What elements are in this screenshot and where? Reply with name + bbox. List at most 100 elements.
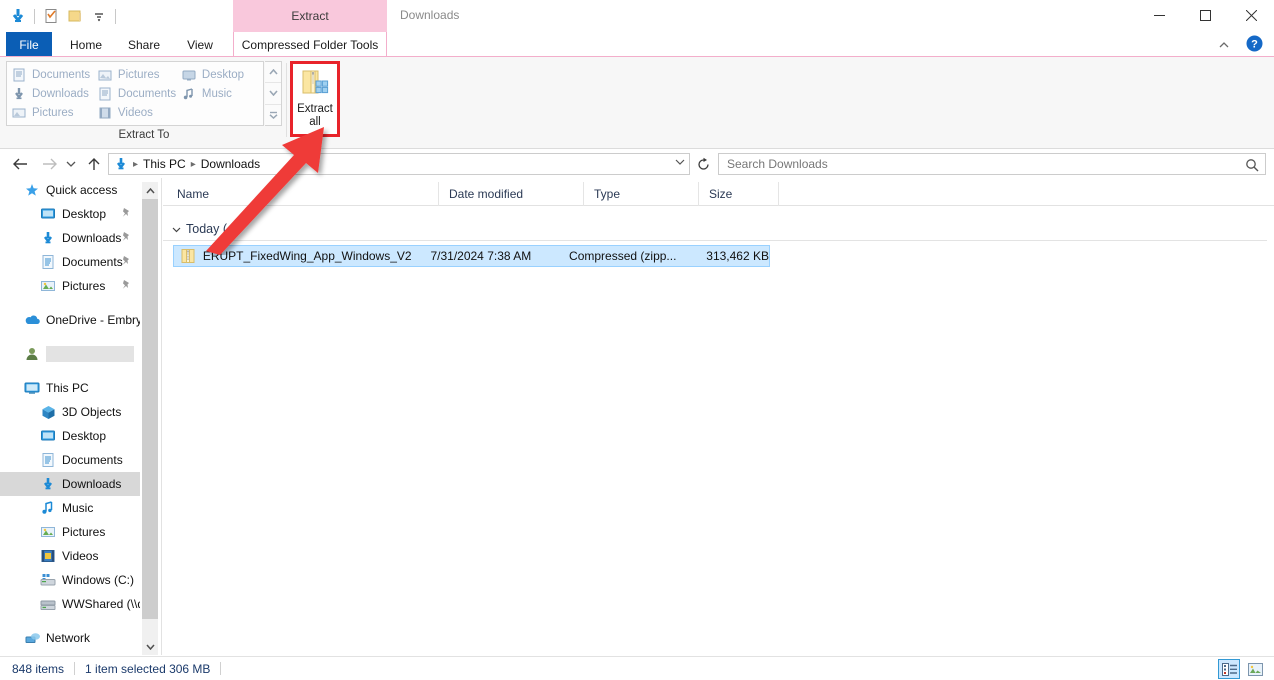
gallery-item-desktop[interactable]: Desktop	[181, 67, 259, 83]
gallery-item-documents-2[interactable]: Documents	[97, 86, 181, 102]
scroll-down-icon[interactable]	[142, 638, 158, 655]
scroll-up-icon[interactable]	[142, 182, 158, 199]
minimize-icon[interactable]	[1136, 0, 1182, 30]
column-header-date-modified[interactable]: Date modified	[438, 182, 583, 206]
documents-icon	[11, 67, 27, 83]
search-input[interactable]: Search Downloads	[718, 153, 1266, 175]
sidebar-item-this-pc[interactable]: This PC	[0, 376, 140, 400]
scroll-down-icon[interactable]	[265, 83, 281, 105]
sidebar-item-documents-qa[interactable]: Documents	[0, 250, 140, 274]
sidebar-item-label: Documents	[62, 255, 123, 269]
gallery-more-icon[interactable]	[265, 105, 281, 125]
gallery-row-1: Documents Pictures Desktop	[11, 65, 259, 84]
large-icons-view-icon[interactable]	[1244, 659, 1266, 679]
tab-compressed-folder-tools[interactable]: Compressed Folder Tools	[233, 32, 387, 57]
sidebar-item-label: Pictures	[62, 525, 106, 539]
ribbon-group-extract-to: Documents Pictures Desktop Downloads Doc…	[6, 61, 284, 145]
column-header-name[interactable]: Name	[163, 182, 438, 206]
close-icon[interactable]	[1228, 0, 1274, 30]
gallery-item-downloads[interactable]: Downloads	[11, 86, 97, 102]
pane-divider[interactable]	[161, 178, 162, 655]
details-view-icon[interactable]	[1218, 659, 1240, 679]
breadcrumb-separator-2: ▸	[190, 158, 196, 170]
scrollbar-thumb[interactable]	[142, 199, 158, 619]
help-icon[interactable]: ?	[1242, 32, 1266, 54]
gallery-item-pictures-2[interactable]: Pictures	[11, 105, 97, 121]
breadcrumb-downloads[interactable]: Downloads	[198, 157, 263, 171]
navigation-pane-scrollbar[interactable]	[142, 182, 158, 655]
sidebar-item-desktop[interactable]: Desktop	[0, 424, 140, 448]
up-arrow-icon[interactable]	[82, 152, 106, 176]
address-bar[interactable]: ▸ This PC ▸ Downloads	[108, 153, 690, 175]
sidebar-item-user-account[interactable]	[0, 342, 140, 366]
chevron-up-icon[interactable]	[1214, 37, 1234, 53]
extract-to-gallery[interactable]: Documents Pictures Desktop Downloads Doc…	[6, 61, 264, 126]
properties-icon[interactable]	[39, 4, 63, 28]
sidebar-item-music[interactable]: Music	[0, 496, 140, 520]
status-bar: 848 items 1 item selected 306 MB	[0, 656, 1274, 680]
documents-icon	[38, 450, 58, 470]
sidebar-item-label: Windows (C:)	[62, 573, 135, 587]
chevron-down-icon[interactable]	[168, 226, 184, 233]
extract-all-button[interactable]: Extract all	[293, 64, 337, 134]
file-group-header[interactable]: Today (	[163, 218, 227, 240]
sidebar-item-documents[interactable]: Documents	[0, 448, 140, 472]
table-row[interactable]: ERUPT_FixedWing_App_Windows_V2 7/31/2024…	[173, 245, 770, 267]
column-header-type[interactable]: Type	[583, 182, 698, 206]
status-selection-info: 1 item selected 306 MB	[85, 661, 211, 676]
chevron-down-icon[interactable]	[675, 158, 685, 169]
sidebar-item-desktop-qa[interactable]: Desktop	[0, 202, 140, 226]
sidebar-item-wwshared[interactable]: WWShared (\\db	[0, 592, 140, 616]
sidebar-item-quick-access[interactable]: Quick access	[0, 178, 140, 202]
sidebar-item-pictures-qa[interactable]: Pictures	[0, 274, 140, 298]
gallery-item-label: Desktop	[201, 68, 245, 81]
sidebar-item-label: Pictures	[62, 279, 106, 293]
sidebar-item-downloads[interactable]: Downloads	[0, 472, 140, 496]
new-folder-icon[interactable]	[63, 4, 87, 28]
tab-home[interactable]: Home	[58, 32, 114, 57]
gallery-item-videos[interactable]: Videos	[97, 105, 181, 121]
pin-icon[interactable]	[121, 255, 132, 269]
column-header-size[interactable]: Size	[698, 182, 778, 206]
sidebar-item-windows-c[interactable]: Windows (C:)	[0, 568, 140, 592]
sidebar-item-pictures[interactable]: Pictures	[0, 520, 140, 544]
pin-icon[interactable]	[121, 231, 132, 245]
downloads-icon[interactable]	[6, 4, 30, 28]
gallery-item-documents-1[interactable]: Documents	[11, 67, 97, 83]
back-arrow-icon[interactable]	[8, 152, 32, 176]
downloads-icon	[38, 474, 58, 494]
breadcrumb-this-pc[interactable]: This PC	[140, 157, 189, 171]
maximize-icon[interactable]	[1182, 0, 1228, 30]
recent-locations-icon[interactable]	[62, 152, 80, 176]
status-item-count: 848 items	[12, 661, 65, 676]
documents-icon	[97, 86, 113, 102]
navigation-pane: Quick access Desktop Downloads Documents…	[0, 178, 140, 655]
sidebar-item-network[interactable]: Network	[0, 626, 140, 650]
tab-file[interactable]: File	[6, 32, 52, 57]
sidebar-item-videos[interactable]: Videos	[0, 544, 140, 568]
pictures-icon	[97, 67, 113, 83]
scroll-up-icon[interactable]	[265, 62, 281, 84]
breadcrumb-separator-1: ▸	[133, 158, 139, 170]
tab-share[interactable]: Share	[116, 32, 172, 57]
pin-icon[interactable]	[121, 279, 132, 293]
customize-dropdown-icon[interactable]	[87, 4, 111, 28]
sidebar-item-label: Videos	[62, 549, 99, 563]
gallery-item-pictures-1[interactable]: Pictures	[97, 67, 181, 83]
search-icon[interactable]	[1245, 158, 1259, 175]
sidebar-item-3d-objects[interactable]: 3D Objects	[0, 400, 140, 424]
pin-icon[interactable]	[121, 207, 132, 221]
desktop-icon	[181, 67, 197, 83]
sidebar-item-label: OneDrive - Embry	[46, 313, 140, 327]
sidebar-item-downloads-qa[interactable]: Downloads	[0, 226, 140, 250]
gallery-item-music[interactable]: Music	[181, 86, 259, 102]
sidebar-item-label: Quick access	[46, 183, 118, 197]
column-header-blank	[778, 182, 1274, 206]
sidebar-item-label: This PC	[46, 381, 89, 395]
sidebar-item-onedrive[interactable]: OneDrive - Embry	[0, 308, 140, 332]
window-controls	[1136, 0, 1274, 30]
ribbon-group-label: Extract To	[118, 129, 170, 141]
videos-icon	[38, 546, 58, 566]
tab-view[interactable]: View	[174, 32, 226, 57]
refresh-icon[interactable]	[692, 153, 714, 175]
